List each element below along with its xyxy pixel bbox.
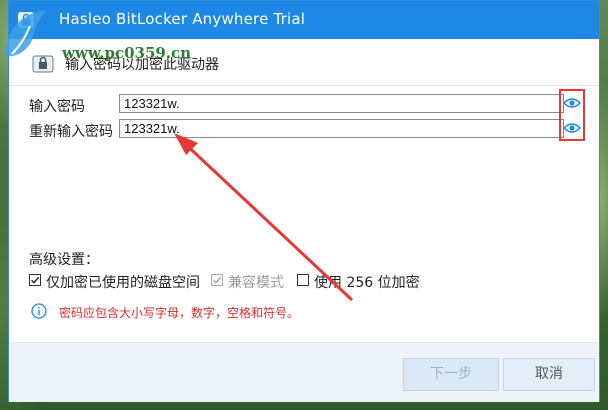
watermark-logo-icon: [5, 10, 47, 57]
checkbox-256-bit[interactable]: [297, 274, 309, 286]
password-input[interactable]: 123321w.: [119, 94, 564, 113]
password-hint-text: 密码应包含大小写字母，数字，空格和符号。: [59, 306, 300, 320]
show-password-eye-icon[interactable]: [563, 97, 581, 109]
checkbox-encrypt-used-space[interactable]: [29, 274, 41, 286]
cancel-button[interactable]: 取消: [503, 358, 595, 391]
label-compatible-mode: 兼容模式: [228, 275, 284, 291]
option-encrypt-used-space[interactable]: 仅加密已使用的磁盘空间: [29, 272, 209, 291]
header-divider: [9, 85, 599, 86]
label-encrypt-used-space: 仅加密已使用的磁盘空间: [46, 275, 200, 291]
label-256-bit: 使用 256 位加密: [314, 275, 420, 291]
watermark: www.pc0359.cn: [0, 0, 200, 70]
confirm-password-label: 重新输入密码: [29, 124, 113, 140]
option-compatible-mode: 兼容模式: [211, 272, 301, 291]
confirm-password-input[interactable]: 123321w.: [119, 119, 564, 138]
next-button[interactable]: 下一步: [403, 358, 499, 391]
highlight-box: [559, 89, 585, 141]
checkmark-icon: [31, 276, 40, 284]
footer-bar: 下一步 取消: [9, 342, 599, 402]
show-confirm-password-eye-icon[interactable]: [563, 122, 581, 134]
option-256-bit[interactable]: 使用 256 位加密: [297, 272, 427, 291]
watermark-text: www.pc0359.cn: [62, 44, 192, 62]
checkbox-compatible-mode: [211, 274, 223, 286]
advanced-settings-title: 高级设置：: [29, 252, 99, 268]
checkmark-icon: [213, 276, 222, 284]
info-icon: [31, 303, 47, 319]
password-label: 输入密码: [29, 99, 85, 115]
